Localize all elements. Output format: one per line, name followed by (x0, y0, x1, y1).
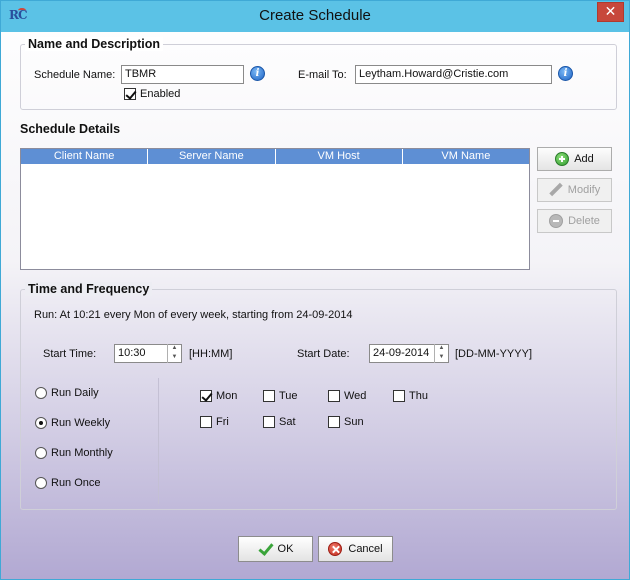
schedule-summary: Run: At 10:21 every Mon of every week, s… (34, 309, 353, 321)
close-button[interactable]: ✕ (597, 2, 624, 22)
start-time-format: [HH:MM] (189, 348, 233, 360)
day-label-thu: Thu (409, 390, 428, 402)
modify-button-label: Modify (567, 184, 601, 196)
name-description-title: Name and Description (25, 37, 163, 51)
time-frequency-title: Time and Frequency (25, 282, 153, 296)
schedule-name-info-icon[interactable]: i (250, 66, 265, 81)
column-header-vm-name[interactable]: VM Name (403, 149, 529, 164)
checkbox-fri[interactable] (200, 416, 212, 428)
delete-button[interactable]: Delete (537, 209, 612, 233)
add-button-label: Add (574, 153, 594, 165)
email-label: E-mail To: (298, 69, 347, 81)
start-date-format: [DD-MM-YYYY] (455, 348, 532, 360)
ok-button-label: OK (277, 543, 294, 555)
schedule-details-title: Schedule Details (20, 122, 121, 136)
spin-up-icon[interactable]: ▲ (435, 344, 448, 353)
delete-icon (549, 214, 564, 228)
add-icon (555, 152, 570, 166)
radio-run-once[interactable] (35, 477, 47, 489)
start-time-label: Start Time: (43, 348, 97, 360)
ok-button[interactable]: OK (238, 536, 313, 562)
email-input[interactable]: Leytham.Howard@Cristie.com (355, 65, 552, 84)
column-header-client-name[interactable]: Client Name (21, 149, 149, 164)
schedule-name-input[interactable]: TBMR (121, 65, 244, 84)
title-bar[interactable]: RC Create Schedule ✕ (1, 1, 629, 32)
frequency-divider (158, 378, 159, 504)
table-header: Client Name Server Name VM Host VM Name (21, 149, 529, 164)
add-button[interactable]: Add (537, 147, 612, 171)
delete-button-label: Delete (568, 215, 600, 227)
cancel-icon (328, 542, 343, 556)
day-label-sat: Sat (279, 416, 296, 428)
schedule-details-table[interactable]: Client Name Server Name VM Host VM Name (20, 148, 530, 270)
run-monthly-label: Run Monthly (51, 447, 113, 459)
spin-down-icon[interactable]: ▼ (168, 353, 181, 362)
start-time-spinner[interactable]: ▲ ▼ (167, 344, 181, 363)
run-once-label: Run Once (51, 477, 101, 489)
start-date-spinner[interactable]: ▲ ▼ (434, 344, 448, 363)
radio-run-monthly[interactable] (35, 447, 47, 459)
window-title: Create Schedule (259, 7, 371, 24)
checkbox-wed[interactable] (328, 390, 340, 402)
cancel-button-label: Cancel (348, 543, 383, 555)
radio-run-daily[interactable] (35, 387, 47, 399)
email-info-icon[interactable]: i (558, 66, 573, 81)
start-date-label: Start Date: (297, 348, 350, 360)
modify-button[interactable]: Modify (537, 178, 612, 202)
day-label-tue: Tue (279, 390, 298, 402)
spin-down-icon[interactable]: ▼ (435, 353, 448, 362)
day-label-fri: Fri (216, 416, 229, 428)
pencil-icon (549, 183, 563, 197)
run-daily-label: Run Daily (51, 387, 99, 399)
cancel-button[interactable]: Cancel (318, 536, 393, 562)
create-schedule-window: RC Create Schedule ✕ Name and Descriptio… (0, 0, 630, 580)
checkbox-sat[interactable] (263, 416, 275, 428)
day-label-mon: Mon (216, 390, 238, 402)
checkbox-sun[interactable] (328, 416, 340, 428)
checkbox-thu[interactable] (393, 390, 405, 402)
enabled-label: Enabled (140, 88, 181, 100)
spin-up-icon[interactable]: ▲ (168, 344, 181, 353)
column-header-server-name[interactable]: Server Name (148, 149, 276, 164)
day-label-sun: Sun (344, 416, 364, 428)
radio-run-weekly[interactable] (35, 417, 47, 429)
check-icon (258, 543, 272, 555)
run-weekly-label: Run Weekly (51, 417, 111, 429)
checkbox-mon[interactable] (200, 390, 212, 402)
enabled-checkbox[interactable] (124, 88, 136, 100)
checkbox-tue[interactable] (263, 390, 275, 402)
day-label-wed: Wed (344, 390, 367, 402)
schedule-name-label: Schedule Name: (34, 69, 116, 81)
time-frequency-group (20, 289, 617, 510)
column-header-vm-host[interactable]: VM Host (276, 149, 403, 164)
